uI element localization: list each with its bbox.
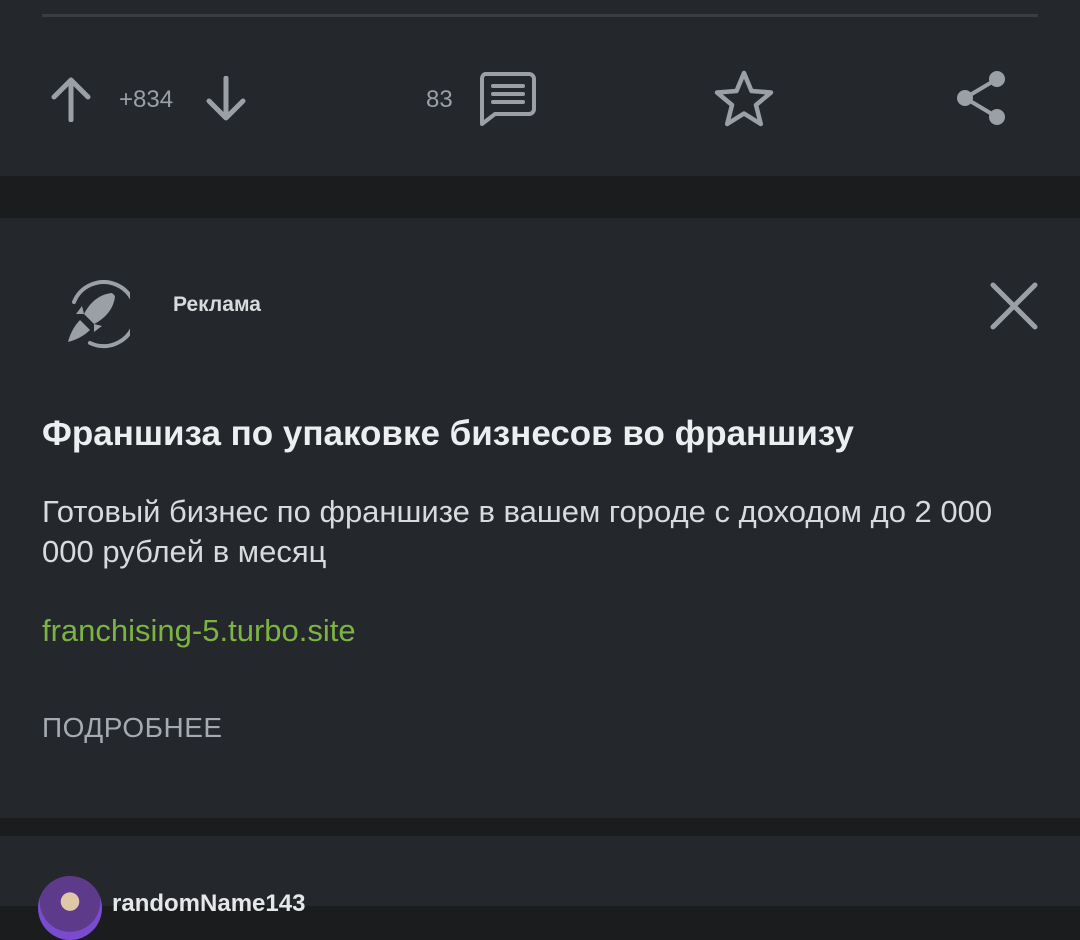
author-name[interactable]: randomName143 [112, 890, 305, 918]
comments-icon[interactable] [478, 72, 536, 126]
upvote-arrow-icon[interactable] [50, 76, 92, 122]
avatar[interactable] [38, 876, 102, 940]
downvote-arrow-icon[interactable] [205, 76, 247, 122]
ad-title[interactable]: Франшиза по упаковке бизнесов во франшиз… [42, 414, 1042, 454]
ad-description: Готовый бизнес по франшизе в вашем город… [42, 494, 993, 569]
comments-count: 83 [426, 86, 453, 113]
close-icon[interactable] [988, 280, 1040, 332]
ad-link[interactable]: franchising-5.turbo.site [42, 613, 356, 649]
post-actions-bar: +834 83 [0, 60, 1080, 140]
ad-more-button[interactable]: ПОДРОБНЕЕ [42, 712, 223, 744]
post-divider [42, 14, 1038, 17]
rocket-icon [68, 280, 130, 349]
share-icon[interactable] [955, 70, 1007, 126]
star-icon[interactable] [714, 70, 774, 128]
post-card: +834 83 [0, 0, 1080, 176]
rating-count: +834 [119, 86, 174, 113]
ad-label: Реклама [173, 293, 261, 316]
